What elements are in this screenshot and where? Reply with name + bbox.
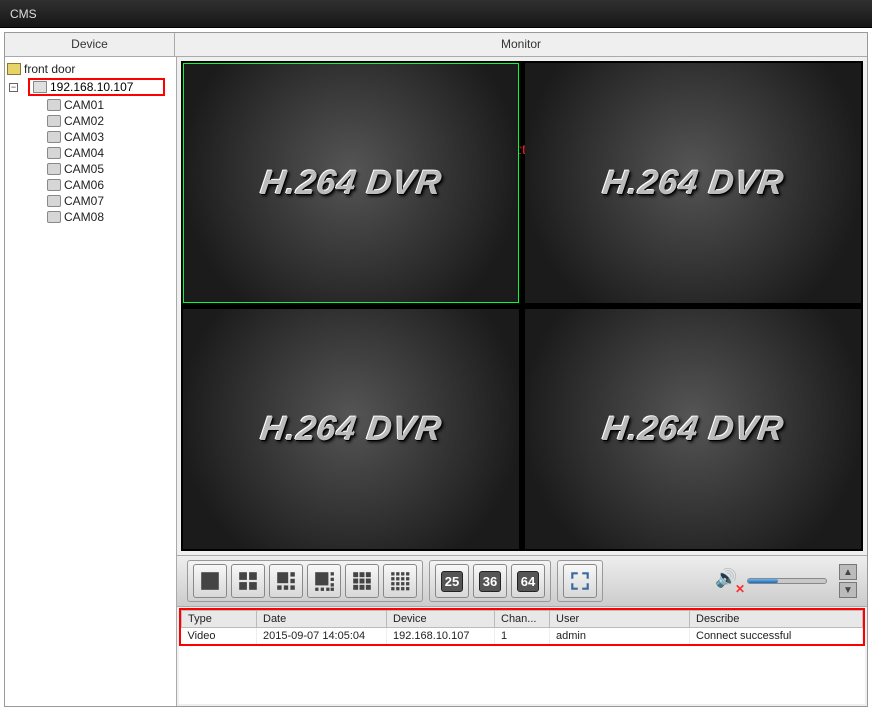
app-title: CMS: [10, 7, 37, 21]
layout-64-button[interactable]: 64: [511, 564, 545, 598]
folder-icon: [7, 63, 21, 75]
log-td-user: admin: [550, 628, 690, 645]
layout-25-label: 25: [441, 571, 463, 592]
log-td-channel: 1: [495, 628, 550, 645]
tree-dvr-ip[interactable]: 192.168.10.107: [28, 78, 165, 96]
tree-cam-label: CAM07: [64, 193, 104, 209]
tree-cam-label: CAM05: [64, 161, 104, 177]
video-cell-3[interactable]: H.264 DVR: [183, 309, 519, 549]
dvr-icon: [33, 81, 47, 93]
tree-cam-label: CAM03: [64, 129, 104, 145]
scroll-down-button[interactable]: ▼: [839, 582, 857, 598]
layout-1-button[interactable]: [193, 564, 227, 598]
log-th-device[interactable]: Device: [387, 611, 495, 628]
log-panel: Type Date Device Chan... User Describe V…: [179, 608, 865, 704]
tree-cam-label: CAM01: [64, 97, 104, 113]
tree-ip-label: 192.168.10.107: [50, 80, 133, 94]
layout-25-button[interactable]: 25: [435, 564, 469, 598]
watermark: H.264 DVR: [258, 410, 444, 449]
watermark: H.264 DVR: [600, 164, 786, 203]
layout-group-basic: [187, 560, 423, 602]
tree-cam-2[interactable]: CAM02: [5, 113, 176, 129]
tree-cam-3[interactable]: CAM03: [5, 129, 176, 145]
layout-toolbar: 25 36 64 ▲ ▼: [177, 555, 867, 607]
camera-icon: [47, 211, 61, 223]
tab-device[interactable]: Device: [5, 33, 175, 56]
volume-slider[interactable]: [747, 578, 827, 584]
camera-icon: [47, 195, 61, 207]
log-empty-area: [179, 646, 865, 704]
title-bar: CMS: [0, 0, 872, 28]
camera-icon: [47, 147, 61, 159]
tree-cam-8[interactable]: CAM08: [5, 209, 176, 225]
layout-8-button[interactable]: [307, 564, 341, 598]
tree-cam-6[interactable]: CAM06: [5, 177, 176, 193]
video-grid: H.264 DVR H.264 DVR H.264 DVR H.264 DVR: [181, 61, 863, 551]
tree-root[interactable]: front door: [5, 61, 176, 77]
log-table: Type Date Device Chan... User Describe V…: [181, 610, 863, 644]
log-th-user[interactable]: User: [550, 611, 690, 628]
video-cell-4[interactable]: H.264 DVR: [525, 309, 861, 549]
camera-icon: [47, 115, 61, 127]
monitor-main: double click IP to connect DVR H.264 DVR…: [177, 57, 867, 706]
video-cell-1[interactable]: H.264 DVR: [183, 63, 519, 303]
log-th-describe[interactable]: Describe: [690, 611, 863, 628]
window-body: Device Monitor front door − 192.168.10.1…: [0, 28, 872, 711]
layout-16-button[interactable]: [383, 564, 417, 598]
camera-icon: [47, 131, 61, 143]
tree-cam-label: CAM08: [64, 209, 104, 225]
device-tree-sidebar: front door − 192.168.10.107 CAM01CAM02CA…: [5, 57, 177, 706]
log-th-type[interactable]: Type: [182, 611, 257, 628]
fullscreen-button[interactable]: [563, 564, 597, 598]
scroll-up-button[interactable]: ▲: [839, 564, 857, 580]
video-cell-2[interactable]: H.264 DVR: [525, 63, 861, 303]
log-row[interactable]: Video 2015-09-07 14:05:04 192.168.10.107…: [182, 628, 863, 645]
log-th-date[interactable]: Date: [257, 611, 387, 628]
log-td-type: Video: [182, 628, 257, 645]
camera-icon: [47, 163, 61, 175]
log-td-describe: Connect successful: [690, 628, 863, 645]
log-td-date: 2015-09-07 14:05:04: [257, 628, 387, 645]
layout-4-button[interactable]: [231, 564, 265, 598]
layout-group-num: 25 36 64: [429, 560, 551, 602]
collapse-icon[interactable]: −: [9, 83, 18, 92]
fullscreen-group: [557, 560, 603, 602]
layout-36-button[interactable]: 36: [473, 564, 507, 598]
log-th-channel[interactable]: Chan...: [495, 611, 550, 628]
tree-cam-label: CAM02: [64, 113, 104, 129]
log-td-device: 192.168.10.107: [387, 628, 495, 645]
layout-64-label: 64: [517, 571, 539, 592]
layout-36-label: 36: [479, 571, 501, 592]
tab-row: Device Monitor: [5, 33, 867, 57]
tab-monitor[interactable]: Monitor: [175, 33, 867, 56]
watermark: H.264 DVR: [600, 410, 786, 449]
camera-icon: [47, 179, 61, 191]
tree-cam-4[interactable]: CAM04: [5, 145, 176, 161]
tree-cam-7[interactable]: CAM07: [5, 193, 176, 209]
watermark: H.264 DVR: [258, 164, 444, 203]
mute-icon[interactable]: [715, 568, 741, 594]
layout-9-button[interactable]: [345, 564, 379, 598]
tree-root-label: front door: [24, 61, 75, 77]
tree-cam-label: CAM06: [64, 177, 104, 193]
tree-cam-5[interactable]: CAM05: [5, 161, 176, 177]
tree-cam-label: CAM04: [64, 145, 104, 161]
tree-cam-1[interactable]: CAM01: [5, 97, 176, 113]
scroll-arrows: ▲ ▼: [839, 564, 857, 598]
layout-6-button[interactable]: [269, 564, 303, 598]
camera-icon: [47, 99, 61, 111]
